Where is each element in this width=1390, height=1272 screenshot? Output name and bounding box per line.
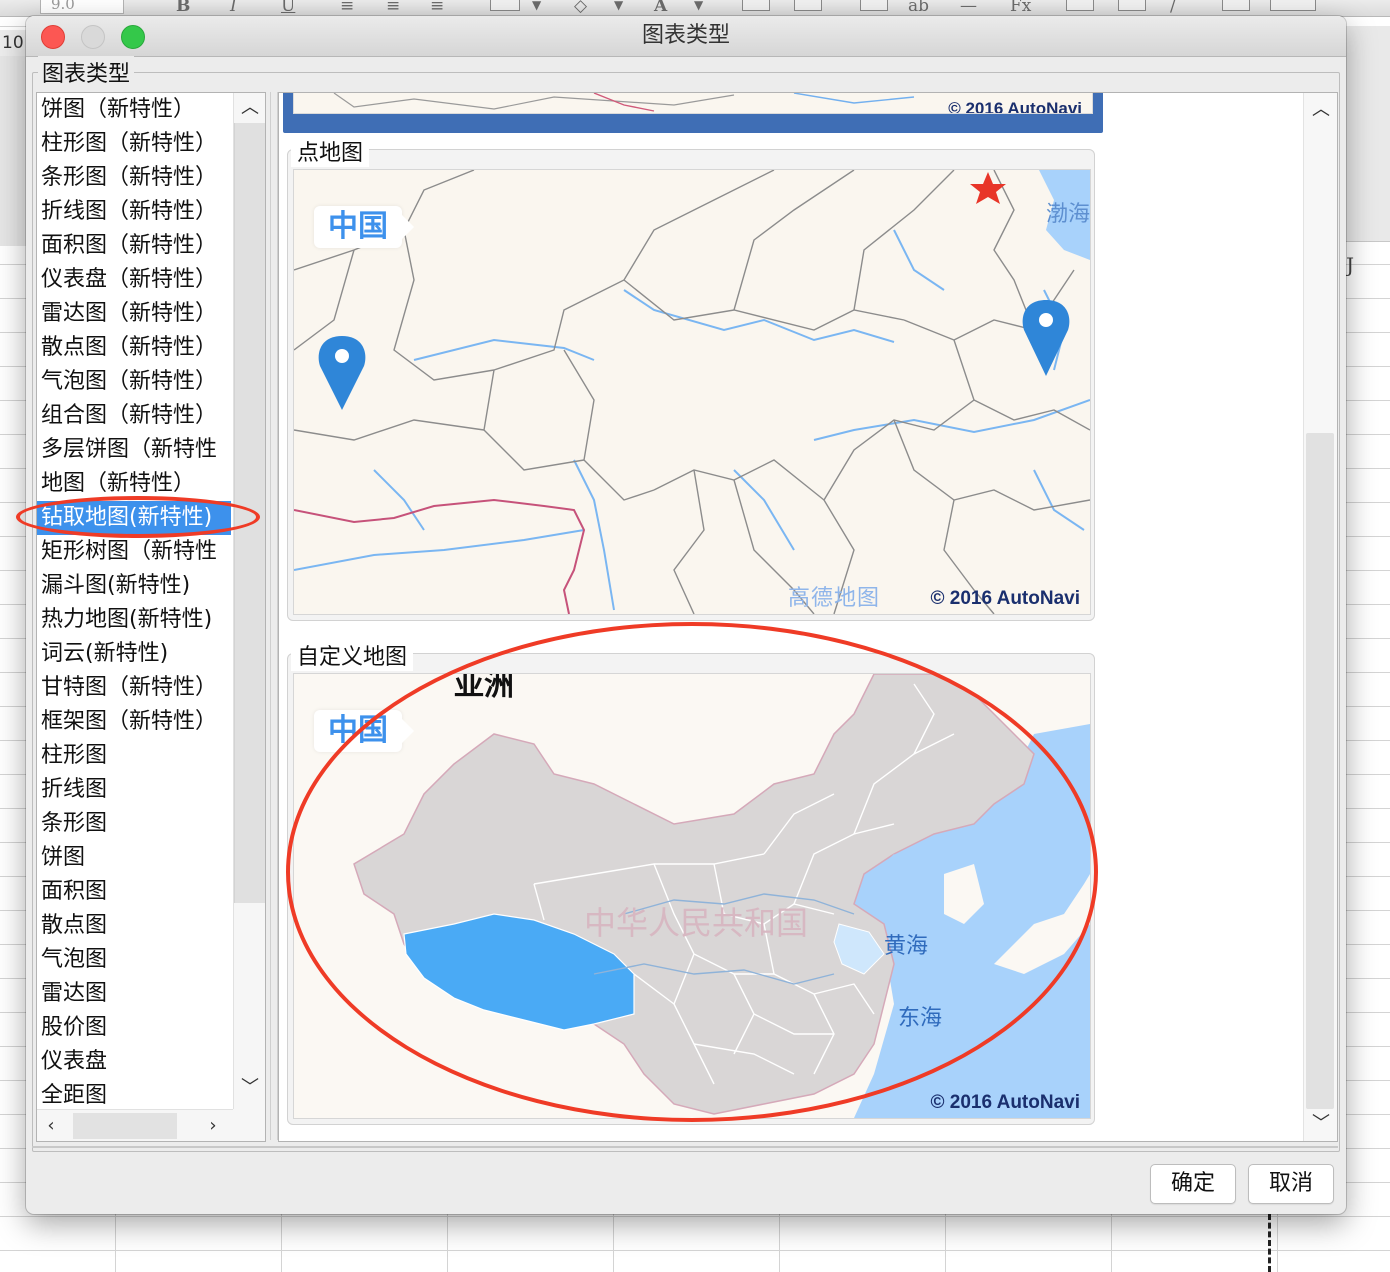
split-pane-divider[interactable] — [270, 92, 278, 1140]
border-icon[interactable] — [490, 0, 520, 11]
chart-type-item[interactable]: 组合图（新特性） — [37, 399, 231, 433]
chart-type-item[interactable]: 柱形图 — [37, 739, 231, 773]
page-break-line — [1268, 1214, 1271, 1272]
scroll-corner — [233, 1109, 265, 1141]
row-header-strip — [0, 56, 27, 246]
zoom-window-button[interactable] — [121, 25, 145, 49]
chart-type-item[interactable]: 散点图 — [37, 909, 231, 943]
list-scroll-left-icon[interactable]: ‹ — [37, 1111, 65, 1141]
chart-type-item[interactable]: 面积图 — [37, 875, 231, 909]
partial-map-thumbnail: © 2016 AutoNavi — [293, 93, 1093, 114]
underline-icon[interactable]: U — [281, 0, 295, 16]
attachment-icon[interactable] — [1222, 0, 1250, 11]
preview-scroll-thumb[interactable] — [1306, 433, 1334, 1109]
fill-color-icon[interactable]: ◇ — [574, 0, 587, 16]
fill-dropdown-icon[interactable]: ▼ — [614, 0, 623, 12]
annotation-ellipse-selected-item — [16, 496, 260, 538]
point-map-sea-label: 渤海 — [1046, 202, 1091, 227]
chart-type-item[interactable]: 多层饼图（新特性 — [37, 433, 231, 467]
group-title: 图表类型 — [38, 56, 135, 88]
chart-type-item[interactable]: 雷达图（新特性） — [37, 297, 231, 331]
custom-map-copyright: © 2016 AutoNavi — [930, 1092, 1080, 1113]
preview-scroll-up-icon[interactable]: ︿ — [1305, 95, 1337, 125]
point-map-thumbnail[interactable]: 中国 渤海 高德地图 © 2016 AutoNavi — [293, 169, 1091, 615]
chart-type-item[interactable]: 折线图 — [37, 773, 231, 807]
chart-type-item[interactable]: 雷达图 — [37, 977, 231, 1011]
background-toolbar: 9.0 B I U ≡ ≡ ≡ ▼ ◇ ▼ A ▼ ab — Fx ∕ — [0, 0, 1390, 17]
point-map-copyright: © 2016 AutoNavi — [930, 588, 1080, 609]
align-left-icon[interactable]: ≡ — [340, 0, 354, 16]
chart-type-item[interactable]: 框架图（新特性） — [37, 705, 231, 739]
chart-type-item[interactable]: 气泡图 — [37, 943, 231, 977]
pen-icon[interactable]: ∕ — [1170, 0, 1176, 16]
chart-type-item[interactable]: 热力地图(新特性) — [37, 603, 231, 637]
column-letter: J — [1346, 253, 1355, 277]
column-header-strip — [1346, 26, 1390, 242]
chart-type-item[interactable]: 矩形树图（新特性 — [37, 535, 231, 569]
list-vertical-scrollbar[interactable]: ︿ ﹀ — [233, 93, 265, 1109]
chart-type-item[interactable]: 甘特图（新特性） — [37, 671, 231, 705]
amap-watermark: 高德地图 — [788, 586, 881, 611]
align-center-icon[interactable]: ≡ — [386, 0, 400, 16]
bold-icon[interactable]: B — [176, 0, 190, 16]
group-bottom-edge — [32, 1146, 1338, 1148]
font-color-icon[interactable]: A — [654, 0, 667, 16]
formula-icon[interactable]: Fx — [1010, 0, 1031, 16]
chart-type-item[interactable]: 条形图 — [37, 807, 231, 841]
list-horizontal-scrollbar[interactable]: ‹ › — [37, 1109, 233, 1141]
annotation-ellipse-custom-map — [286, 622, 1098, 1122]
point-map-badge: 中国 — [314, 206, 414, 248]
textbox-icon[interactable] — [860, 0, 888, 11]
chart-type-item[interactable]: 漏斗图(新特性) — [37, 569, 231, 603]
chart-icon[interactable] — [1066, 0, 1094, 11]
italic-icon[interactable]: I — [230, 0, 237, 16]
chart-type-item[interactable]: 条形图（新特性） — [37, 161, 231, 195]
chart-type-item[interactable]: 柱形图（新特性） — [37, 127, 231, 161]
preview-card-partial[interactable]: © 2016 AutoNavi — [283, 93, 1103, 133]
chart-type-item[interactable]: 仪表盘 — [37, 1045, 231, 1079]
more-dropdown-icon[interactable] — [1270, 0, 1316, 11]
chart-type-item[interactable]: 饼图 — [37, 841, 231, 875]
align-right-icon[interactable]: ≡ — [430, 0, 444, 16]
ok-button[interactable]: 确定 — [1150, 1164, 1236, 1204]
font-color-dropdown-icon[interactable]: ▼ — [694, 0, 703, 12]
dialog-titlebar[interactable]: 图表类型 — [26, 16, 1346, 57]
chart-type-item[interactable]: 气泡图（新特性） — [37, 365, 231, 399]
cancel-button[interactable]: 取消 — [1248, 1164, 1334, 1204]
image-icon[interactable] — [1118, 0, 1146, 11]
preview-scroll-down-icon[interactable]: ﹀ — [1305, 1109, 1337, 1139]
close-window-button[interactable] — [41, 25, 65, 49]
window-title: 图表类型 — [641, 23, 730, 48]
partial-copyright: © 2016 AutoNavi — [948, 99, 1082, 114]
chart-type-item[interactable]: 仪表盘（新特性） — [37, 263, 231, 297]
border-dropdown-icon[interactable]: ▼ — [532, 0, 541, 12]
chart-type-dialog: 图表类型 图表类型 饼图（新特性） 柱形图（新特性） 条形图（新特性） 折线图（新特性… — [16, 16, 1346, 1214]
minimize-window-button[interactable] — [81, 25, 105, 49]
chart-type-item[interactable]: 股价图 — [37, 1011, 231, 1045]
list-scroll-right-icon[interactable]: › — [197, 1111, 229, 1141]
chart-type-item[interactable]: 面积图（新特性） — [37, 229, 231, 263]
table-icon[interactable] — [794, 0, 822, 11]
chart-type-item[interactable]: 饼图（新特性） — [37, 93, 231, 127]
chart-type-item[interactable]: 折线图（新特性） — [37, 195, 231, 229]
chart-type-list[interactable]: 饼图（新特性） 柱形图（新特性） 条形图（新特性） 折线图（新特性） 面积图（新特性）仪… — [36, 92, 266, 1142]
chart-type-item[interactable]: 词云(新特性) — [37, 637, 231, 671]
custom-map-title: 自定义地图 — [291, 639, 414, 671]
preview-vertical-scrollbar[interactable]: ︿ ﹀ — [1303, 93, 1337, 1141]
list-scroll-up-icon[interactable]: ︿ — [234, 93, 265, 123]
list-hscroll-thumb[interactable] — [73, 1113, 177, 1139]
text-icon[interactable]: ab — [908, 0, 929, 16]
chart-type-item[interactable]: 散点图（新特性） — [37, 331, 231, 365]
font-size-field[interactable]: 9.0 — [40, 0, 124, 14]
point-map-title: 点地图 — [291, 135, 370, 167]
list-scroll-down-icon[interactable]: ﹀ — [234, 1073, 265, 1103]
merge-cells-icon[interactable] — [742, 0, 770, 11]
line-icon[interactable]: — — [960, 0, 977, 16]
chart-type-item[interactable]: 全距图 — [37, 1079, 231, 1113]
